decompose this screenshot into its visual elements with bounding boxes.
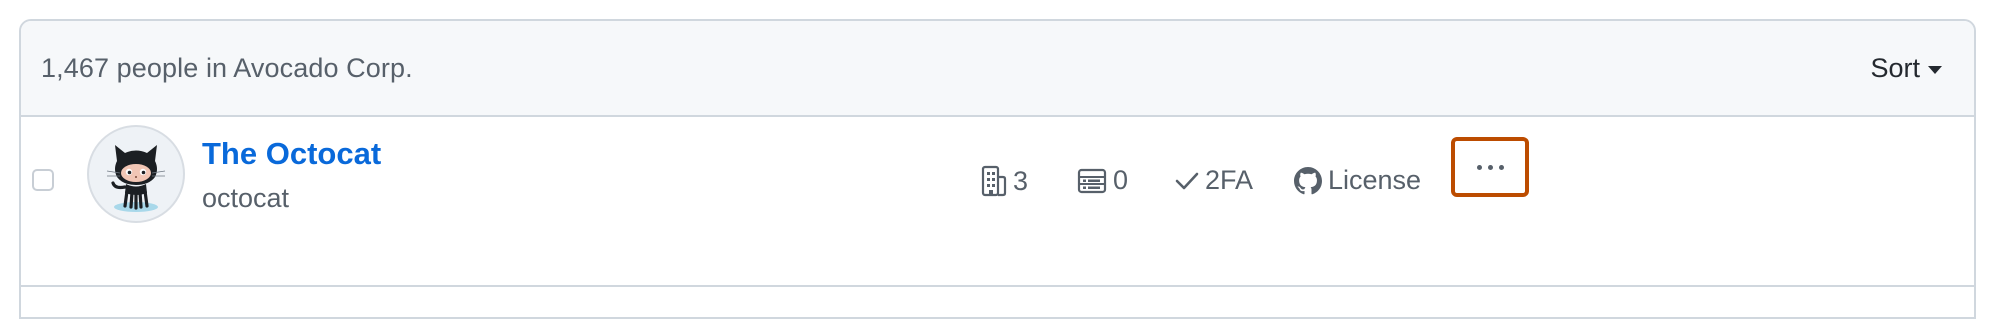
repo-list-icon [1077,168,1107,193]
octocat-avatar-icon [106,145,166,212]
github-mark-icon [1294,166,1322,194]
repos-count-value: 0 [1113,165,1129,195]
two-factor-status: 2FA [1175,165,1253,196]
member-name-link[interactable]: The Octocat [202,136,381,172]
license-status: License [1294,165,1421,196]
check-icon [1175,172,1199,189]
teams-count-value: 3 [1013,165,1029,196]
avatar[interactable] [87,125,185,223]
organization-icon [981,165,1007,197]
sort-label: Sort [1870,52,1920,83]
kebab-horizontal-icon [1476,164,1482,170]
member-count: 1,467 people in Avocado Corp. [41,52,413,83]
triangle-down-icon [1928,65,1942,74]
member-username: octocat [202,183,290,213]
members-header: 1,467 people in Avocado Corp. Sort [21,21,1974,117]
member-options-button[interactable] [1451,137,1529,197]
teams-count[interactable]: 3 [981,165,1028,197]
member-select-checkbox[interactable] [32,169,54,191]
repos-count[interactable]: 0 [1077,165,1128,196]
sort-button[interactable]: Sort [1860,47,1952,90]
two-factor-label: 2FA [1205,165,1254,195]
license-label: License [1328,165,1422,195]
